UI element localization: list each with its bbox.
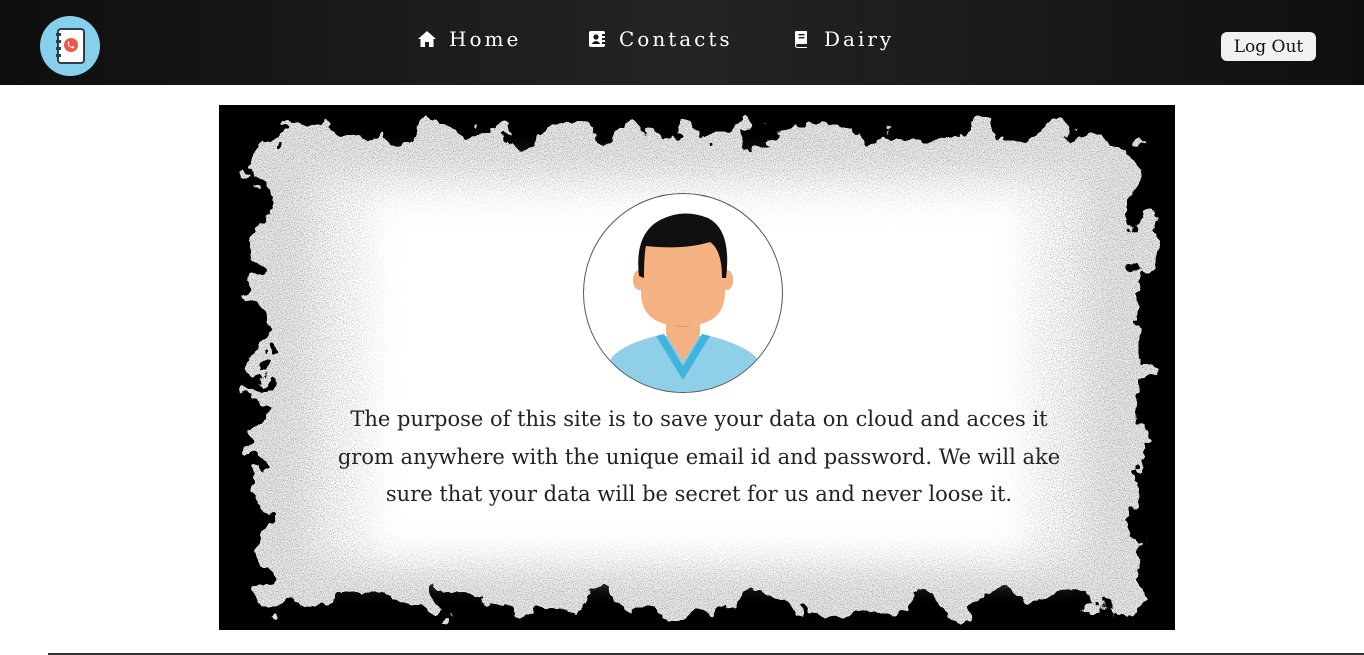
top-navbar: Home Contacts Dairy Log Out <box>0 0 1364 85</box>
contact-card-icon <box>589 31 605 47</box>
nav-dairy-label: Dairy <box>824 27 895 51</box>
user-avatar <box>583 193 783 393</box>
hero-banner: The purpose of this site is to save your… <box>219 105 1175 630</box>
nav-contacts-label: Contacts <box>619 27 733 51</box>
user-avatar-icon <box>596 213 770 392</box>
site-purpose-text: The purpose of this site is to save your… <box>337 407 1061 506</box>
nav-home-label: Home <box>449 27 522 51</box>
book-icon <box>795 31 807 48</box>
main-nav: Home Contacts Dairy <box>0 0 1364 85</box>
home-icon <box>418 31 436 47</box>
logout-button[interactable]: Log Out <box>1221 32 1316 61</box>
nav-contacts-link[interactable]: Contacts <box>587 24 733 54</box>
nav-dairy-link[interactable]: Dairy <box>792 24 894 54</box>
nav-home-link[interactable]: Home <box>417 24 521 54</box>
